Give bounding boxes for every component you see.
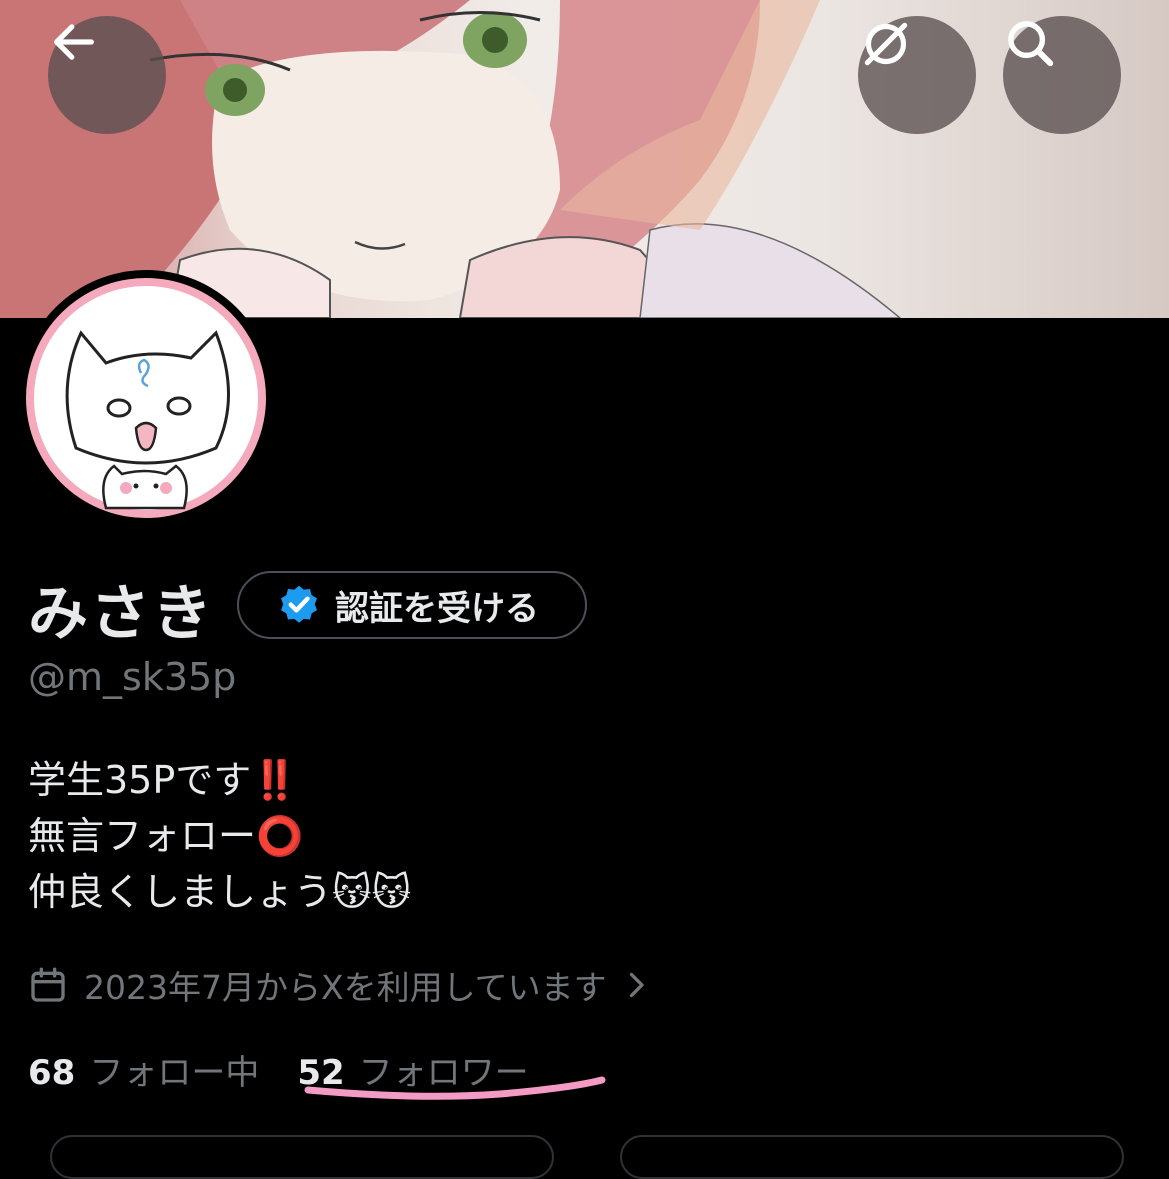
joined-date-row[interactable]: 2023年7月からXを利用しています xyxy=(28,960,647,1010)
calendar-icon xyxy=(31,967,65,1002)
back-button[interactable] xyxy=(48,16,166,134)
profile-banner[interactable] xyxy=(0,0,1169,318)
following-link[interactable]: 68 フォロー中 xyxy=(28,1045,259,1094)
avatar[interactable] xyxy=(26,278,266,518)
bio-line: 学生35Pです‼️ xyxy=(28,758,299,802)
verified-badge-icon xyxy=(281,585,317,623)
get-verified-label: 認証を受ける xyxy=(335,588,539,629)
chevron-right-icon xyxy=(629,972,644,998)
joined-date-text: 2023年7月からXを利用しています xyxy=(84,968,607,1007)
pink-underline-annotation xyxy=(304,1076,606,1100)
profile-bio: 学生35Pです‼️ 無言フォロー⭕ 仲良くしましょう😽😽 xyxy=(28,752,411,920)
get-verified-button[interactable]: 認証を受ける xyxy=(237,571,587,639)
profile-handle: @m_sk35p xyxy=(28,655,237,699)
explore-button[interactable] xyxy=(858,16,976,134)
bio-line: 仲良くしましょう😽😽 xyxy=(28,870,412,914)
banner-illustration xyxy=(0,0,902,318)
search-button[interactable] xyxy=(1003,16,1121,134)
profile-display-name: みさき xyxy=(28,579,214,649)
bio-line: 無言フォロー⭕ xyxy=(28,814,304,858)
following-label: フォロー中 xyxy=(89,1053,260,1093)
profile-action-button[interactable] xyxy=(50,1135,554,1179)
search-icon xyxy=(1008,21,1054,67)
profile-action-button[interactable] xyxy=(620,1135,1124,1179)
cat-avatar-illustration xyxy=(34,286,258,510)
arrow-left-icon xyxy=(54,24,94,60)
explore-compass-icon xyxy=(864,22,908,66)
following-count: 68 xyxy=(28,1053,76,1093)
